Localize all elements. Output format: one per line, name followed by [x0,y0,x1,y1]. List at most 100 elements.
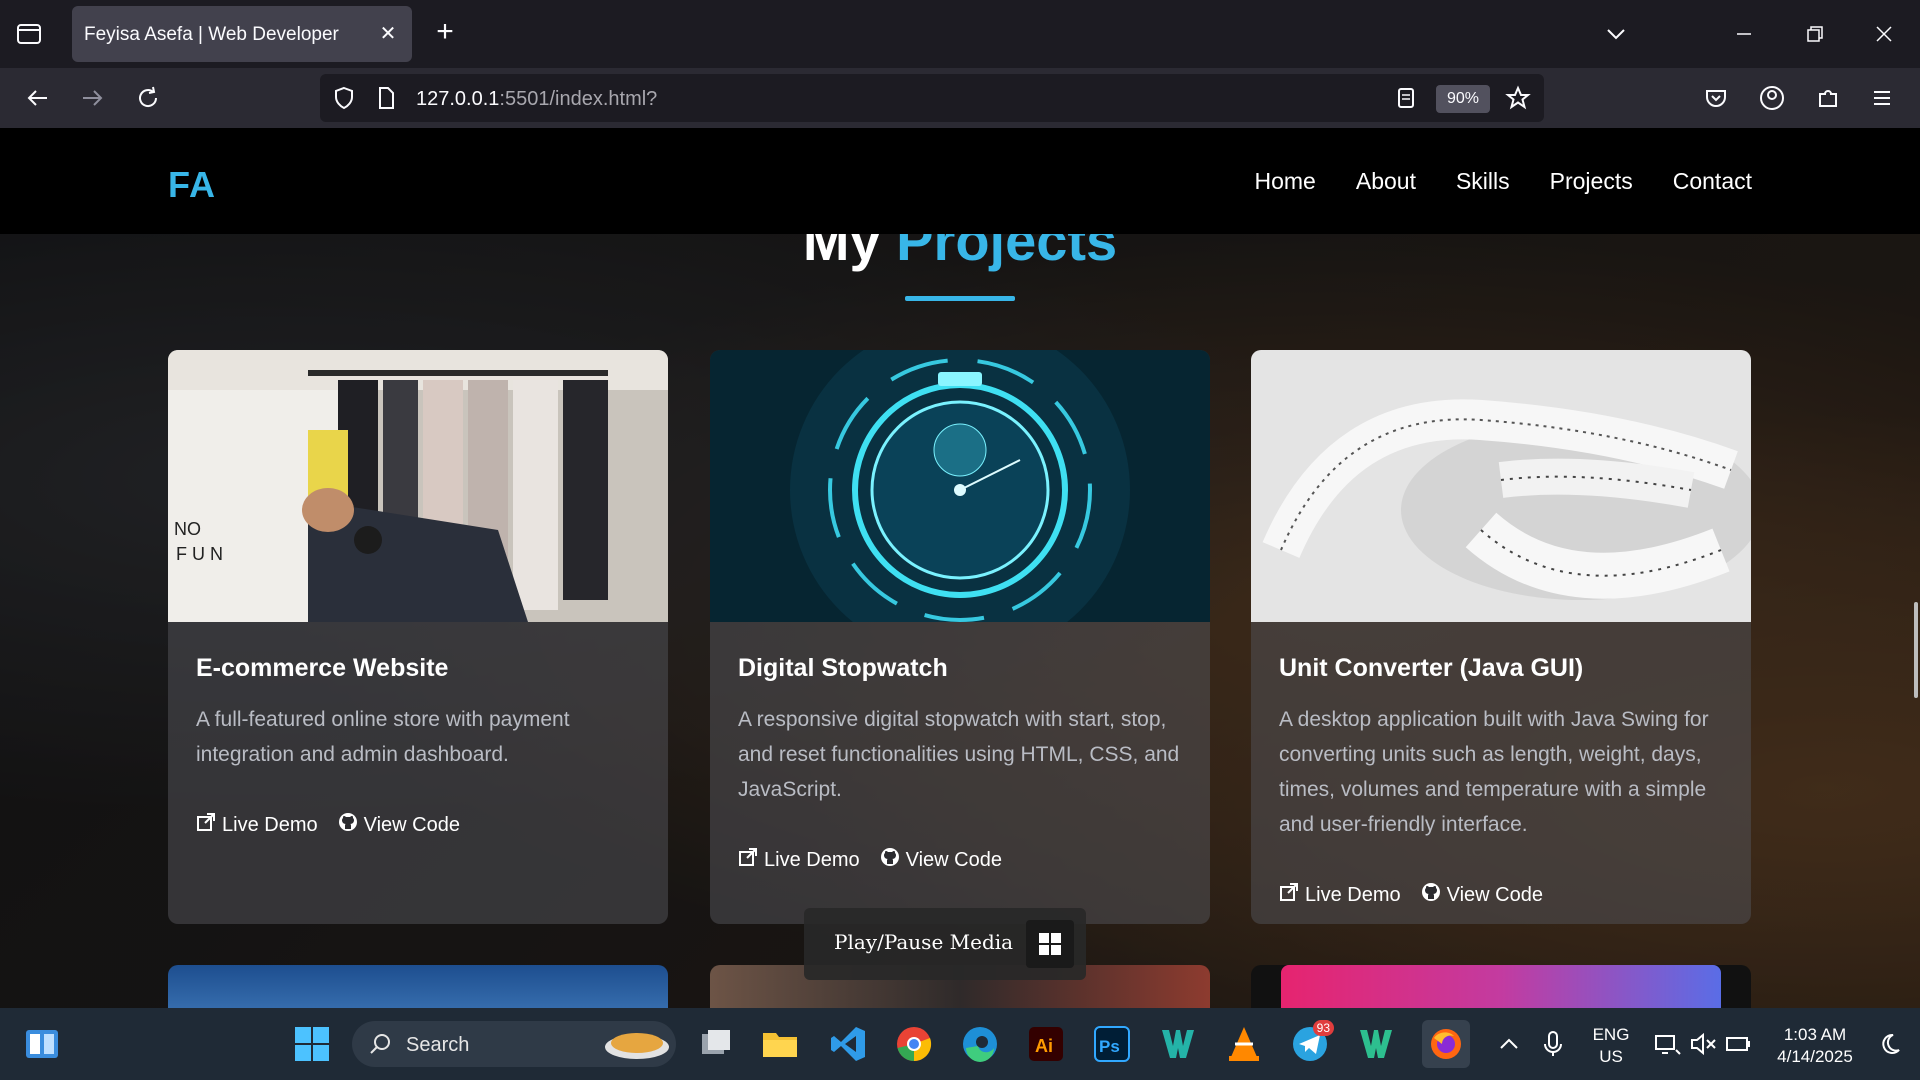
project-title: E-commerce Website [196,654,449,682]
site-header: FA Home About Skills Projects Contact [0,128,1920,234]
media-tooltip: Play/Pause Media [804,908,1086,980]
region-code: US [1599,1047,1623,1066]
back-arrow-icon[interactable] [22,82,54,114]
tab-list-icon[interactable] [14,18,44,48]
browser-tab-bar: Feyisa Asefa | Web Developer ✕ + [0,0,1920,68]
language-indicator[interactable]: ENG US [1586,1024,1636,1068]
nav-link-skills[interactable]: Skills [1456,168,1510,195]
clock-time: 1:03 AM [1783,1025,1847,1044]
notification-badge: 93 [1312,1020,1334,1036]
nav-link-home[interactable]: Home [1255,168,1316,195]
project-card-partial [168,965,668,1008]
bookmark-star-icon[interactable] [1504,84,1532,117]
view-code-link[interactable]: View Code [1421,882,1543,908]
account-icon[interactable] [1756,82,1788,114]
taskbar-search[interactable]: Search [352,1021,676,1067]
firefox-icon[interactable] [1422,1020,1470,1068]
task-view-icon[interactable] [696,1024,736,1064]
site-logo[interactable]: FA [168,164,216,206]
page-scrollbar[interactable] [1914,602,1918,698]
network-icon[interactable] [1652,1024,1682,1064]
external-link-icon [738,847,758,873]
pocket-icon[interactable] [1700,82,1732,114]
url-text[interactable]: 127.0.0.1:5501/index.html? [416,88,657,111]
view-code-link[interactable]: View Code [880,847,1002,873]
github-icon [338,812,358,838]
vlc-icon[interactable] [1224,1024,1264,1064]
widgets-icon[interactable] [22,1024,62,1064]
tab-close-icon[interactable]: ✕ [374,20,402,48]
project-description: A full-featured online store with paymen… [196,708,570,766]
project-card: NO F U N E-commerce Website A full-featu… [168,350,668,924]
tray-overflow-icon[interactable] [1494,1024,1524,1064]
page-icon[interactable] [372,84,400,117]
search-highlight-icon [602,1025,672,1068]
photoshop-icon[interactable]: Ps [1092,1024,1132,1064]
clock[interactable]: 1:03 AM 4/14/2025 [1768,1024,1862,1068]
close-window-icon[interactable] [1866,16,1902,52]
stopwatch-image [710,350,1210,622]
nav-link-projects[interactable]: Projects [1550,168,1633,195]
new-tab-icon[interactable]: + [430,17,460,48]
project-links: Live Demo View Code [1279,882,1543,908]
browser-toolbar: 127.0.0.1:5501/index.html? 90% [0,68,1920,128]
forward-arrow-icon[interactable] [76,82,108,114]
project-card-partial [1251,965,1751,1008]
title-underline [905,296,1015,301]
external-link-icon [1279,882,1299,908]
project-card: Unit Converter (Java GUI) A desktop appl… [1251,350,1751,924]
illustrator-icon[interactable]: Ai [1026,1024,1066,1064]
list-all-tabs-icon[interactable] [1598,16,1634,52]
view-code-link[interactable]: View Code [338,812,460,838]
zoom-level-badge[interactable]: 90% [1436,85,1490,113]
site-nav: Home About Skills Projects Contact [1255,168,1753,195]
language-code: ENG [1592,1025,1630,1044]
vscode-icon[interactable] [828,1024,868,1064]
live-demo-label: Live Demo [222,813,318,836]
project-title: Digital Stopwatch [738,654,948,682]
svg-text:Ai: Ai [1035,1036,1053,1056]
live-demo-label: Live Demo [1305,883,1401,906]
address-bar[interactable]: 127.0.0.1:5501/index.html? 90% [320,74,1544,122]
live-demo-link[interactable]: Live Demo [196,812,318,838]
tab-title: Feyisa Asefa | Web Developer [84,24,339,45]
project-card: Digital Stopwatch A responsive digital s… [710,350,1210,924]
reload-icon[interactable] [132,82,164,114]
web-page: FA Home About Skills Projects Contact My… [0,128,1920,1008]
start-windows-icon[interactable] [292,1024,332,1064]
github-icon [880,847,900,873]
live-demo-label: Live Demo [764,848,860,871]
project-description: A desktop application built with Java Sw… [1279,708,1709,836]
reader-view-icon[interactable] [1392,84,1420,117]
microphone-icon[interactable] [1538,1024,1568,1064]
chrome-icon[interactable] [894,1024,934,1064]
minimize-icon[interactable] [1726,16,1762,52]
app-menu-icon[interactable] [1866,82,1898,114]
view-code-label: View Code [1446,883,1543,906]
extensions-icon[interactable] [1812,82,1844,114]
nav-link-about[interactable]: About [1356,168,1416,195]
project-description: A responsive digital stopwatch with star… [738,708,1180,801]
url-path: :5501/index.html? [499,88,658,110]
view-code-label: View Code [905,848,1002,871]
app-icon-w2[interactable] [1356,1024,1396,1064]
media-tooltip-label: Play/Pause Media [834,930,1014,954]
restore-icon[interactable] [1796,16,1832,52]
notifications-moon-icon[interactable] [1874,1024,1904,1064]
view-code-label: View Code [363,813,460,836]
project-title: Unit Converter (Java GUI) [1279,654,1584,682]
volume-muted-icon[interactable] [1688,1024,1718,1064]
live-demo-link[interactable]: Live Demo [1279,882,1401,908]
shield-icon[interactable] [330,84,358,117]
file-explorer-icon[interactable] [760,1024,800,1064]
battery-icon[interactable] [1724,1024,1754,1064]
app-icon-w[interactable] [1158,1024,1198,1064]
github-icon [1421,882,1441,908]
telegram-icon[interactable]: 93 [1290,1020,1334,1064]
nav-link-contact[interactable]: Contact [1673,168,1752,195]
windows-taskbar: Search Ai Ps 93 ENG US 1:03 AM 4/14/2025 [0,1008,1920,1080]
edge-icon[interactable] [960,1024,1000,1064]
live-demo-link[interactable]: Live Demo [738,847,860,873]
url-host: 127.0.0.1 [416,88,500,110]
active-tab[interactable]: Feyisa Asefa | Web Developer ✕ [72,6,412,62]
